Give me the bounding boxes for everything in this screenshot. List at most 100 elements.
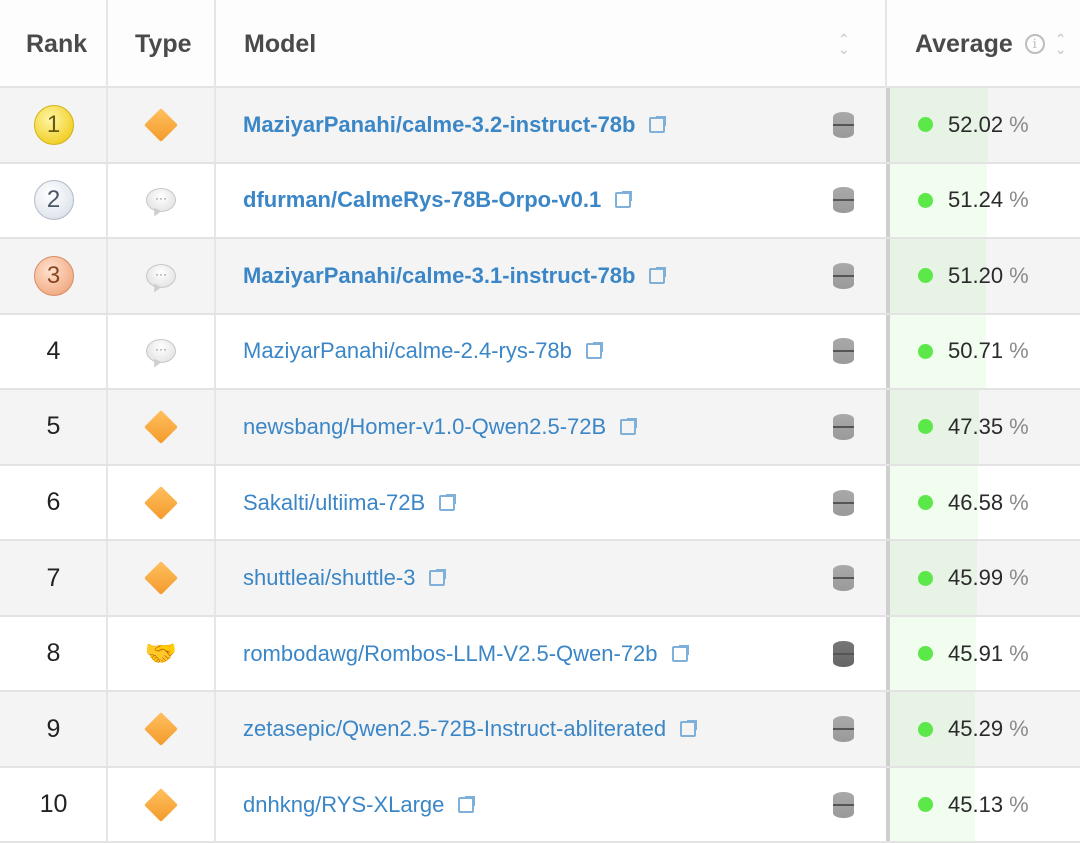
type-cell xyxy=(107,88,215,162)
model-name[interactable]: dnhkng/RYS-XLarge xyxy=(243,792,444,818)
type-cell: ··· xyxy=(107,239,215,313)
external-link-icon[interactable] xyxy=(429,569,447,587)
pretrained-diamond-icon xyxy=(144,712,178,747)
model-link[interactable]: shuttleai/shuttle-3 xyxy=(243,541,447,615)
database-icon xyxy=(832,565,854,592)
rank-cell: 1 xyxy=(0,88,107,162)
table-row[interactable]: 5 newsbang/Homer-v1.0-Qwen2.5-72B 47.35% xyxy=(0,390,1080,466)
rank-value: 10 xyxy=(39,790,68,819)
model-link[interactable]: MaziyarPanahi/calme-3.2-instruct-78b xyxy=(243,88,667,162)
model-name[interactable]: MaziyarPanahi/calme-2.4-rys-78b xyxy=(243,338,572,364)
average-cell: 45.29% xyxy=(918,692,1029,766)
table-row[interactable]: 10 dnhkng/RYS-XLarge 45.13% xyxy=(0,767,1080,843)
type-cell xyxy=(107,390,215,464)
status-dot-icon xyxy=(918,268,933,284)
model-name[interactable]: rombodawg/Rombos-LLM-V2.5-Qwen-72b xyxy=(243,641,658,667)
table-row[interactable]: 3 ··· MaziyarPanahi/calme-3.1-instruct-7… xyxy=(0,239,1080,315)
type-cell xyxy=(107,466,215,540)
model-name[interactable]: Sakalti/ultiima-72B xyxy=(243,490,425,516)
percent-sign: % xyxy=(1009,489,1029,515)
table-row[interactable]: 7 shuttleai/shuttle-3 45.99% xyxy=(0,541,1080,617)
database-icon xyxy=(832,791,854,818)
percent-sign: % xyxy=(1009,262,1029,288)
dataset-cell xyxy=(832,692,854,766)
rank-cell: 6 xyxy=(0,466,107,540)
info-icon[interactable]: i xyxy=(1024,34,1045,54)
average-cell: 45.99% xyxy=(918,541,1029,615)
column-divider xyxy=(886,314,890,389)
rank-cell: 8 xyxy=(0,617,107,691)
model-link[interactable]: newsbang/Homer-v1.0-Qwen2.5-72B xyxy=(243,390,638,464)
table-row[interactable]: 4 ··· MaziyarPanahi/calme-2.4-rys-78b 50… xyxy=(0,314,1080,391)
model-name[interactable]: zetasepic/Qwen2.5-72B-Instruct-abliterat… xyxy=(243,716,666,742)
column-divider xyxy=(886,390,890,464)
model-link[interactable]: MaziyarPanahi/calme-3.1-instruct-78b xyxy=(243,239,667,313)
external-link-icon[interactable] xyxy=(439,493,457,511)
rank-cell: 2 xyxy=(0,164,107,238)
external-link-icon[interactable] xyxy=(649,115,667,133)
average-value: 52.02 xyxy=(948,111,1004,137)
status-dot-icon xyxy=(918,495,933,510)
type-cell xyxy=(107,541,215,615)
model-sort-icon[interactable]: ⌃ ⌄ xyxy=(838,0,850,88)
percent-sign: % xyxy=(1009,111,1029,137)
column-header-model[interactable]: Model xyxy=(244,0,316,88)
table-row[interactable]: 2 ··· dfurman/CalmeRys-78B-Orpo-v0.1 51.… xyxy=(0,163,1080,240)
rank-value: 7 xyxy=(46,563,61,592)
percent-sign: % xyxy=(1009,640,1029,666)
average-cell: 52.02% xyxy=(918,88,1029,162)
column-divider xyxy=(886,163,890,238)
rank-value: 8 xyxy=(46,639,61,668)
average-sort-icon[interactable]: ⌃ ⌄ xyxy=(1055,32,1067,56)
model-header-label: Model xyxy=(244,29,317,58)
rank-cell: 10 xyxy=(0,768,107,842)
external-link-icon[interactable] xyxy=(615,191,633,209)
column-divider xyxy=(886,465,890,540)
model-name[interactable]: newsbang/Homer-v1.0-Qwen2.5-72B xyxy=(243,414,606,440)
handshake-icon: 🤝 xyxy=(144,638,178,669)
status-dot-icon xyxy=(918,721,933,737)
dataset-cell xyxy=(832,541,854,615)
model-name[interactable]: shuttleai/shuttle-3 xyxy=(243,565,415,591)
chat-bubble-icon: ··· xyxy=(146,188,176,213)
model-name[interactable]: MaziyarPanahi/calme-3.2-instruct-78b xyxy=(243,112,635,138)
percent-sign: % xyxy=(1009,565,1029,591)
model-name[interactable]: MaziyarPanahi/calme-3.1-instruct-78b xyxy=(243,263,635,289)
model-link[interactable]: dfurman/CalmeRys-78B-Orpo-v0.1 xyxy=(243,164,633,238)
silver-medal-icon: 2 xyxy=(33,180,74,221)
type-cell: ··· xyxy=(107,315,215,389)
model-link[interactable]: rombodawg/Rombos-LLM-V2.5-Qwen-72b xyxy=(243,617,689,691)
model-name[interactable]: dfurman/CalmeRys-78B-Orpo-v0.1 xyxy=(243,187,601,213)
external-link-icon[interactable] xyxy=(458,795,476,813)
external-link-icon[interactable] xyxy=(585,342,603,360)
database-icon xyxy=(832,111,854,138)
table-row[interactable]: 6 Sakalti/ultiima-72B 46.58% xyxy=(0,465,1080,542)
external-link-icon[interactable] xyxy=(680,720,698,738)
external-link-icon[interactable] xyxy=(649,266,667,284)
model-link[interactable]: MaziyarPanahi/calme-2.4-rys-78b xyxy=(243,315,603,389)
column-header-rank[interactable]: Rank xyxy=(26,0,87,88)
column-divider xyxy=(886,239,890,313)
model-link[interactable]: Sakalti/ultiima-72B xyxy=(243,466,457,540)
model-link[interactable]: dnhkng/RYS-XLarge xyxy=(243,768,476,842)
column-header-type[interactable]: Type xyxy=(135,0,192,88)
average-value: 47.35 xyxy=(948,413,1004,439)
percent-sign: % xyxy=(1009,187,1029,213)
table-row[interactable]: 9 zetasepic/Qwen2.5-72B-Instruct-abliter… xyxy=(0,692,1080,768)
pretrained-diamond-icon xyxy=(144,561,178,596)
table-row[interactable]: 8 🤝 rombodawg/Rombos-LLM-V2.5-Qwen-72b 4… xyxy=(0,616,1080,693)
column-divider xyxy=(886,88,890,162)
database-icon xyxy=(832,716,854,743)
column-header-average[interactable]: Average i ⌃ ⌄ xyxy=(915,0,1066,88)
percent-sign: % xyxy=(1009,716,1029,742)
status-dot-icon xyxy=(918,646,933,662)
external-link-icon[interactable] xyxy=(620,417,638,435)
percent-sign: % xyxy=(1009,413,1029,439)
column-divider xyxy=(886,541,890,615)
external-link-icon[interactable] xyxy=(671,644,689,662)
table-row[interactable]: 1 MaziyarPanahi/calme-3.2-instruct-78b 5… xyxy=(0,88,1080,164)
database-icon xyxy=(832,338,854,365)
model-link[interactable]: zetasepic/Qwen2.5-72B-Instruct-abliterat… xyxy=(243,692,698,766)
dataset-cell xyxy=(832,164,854,238)
database-icon xyxy=(832,640,854,667)
